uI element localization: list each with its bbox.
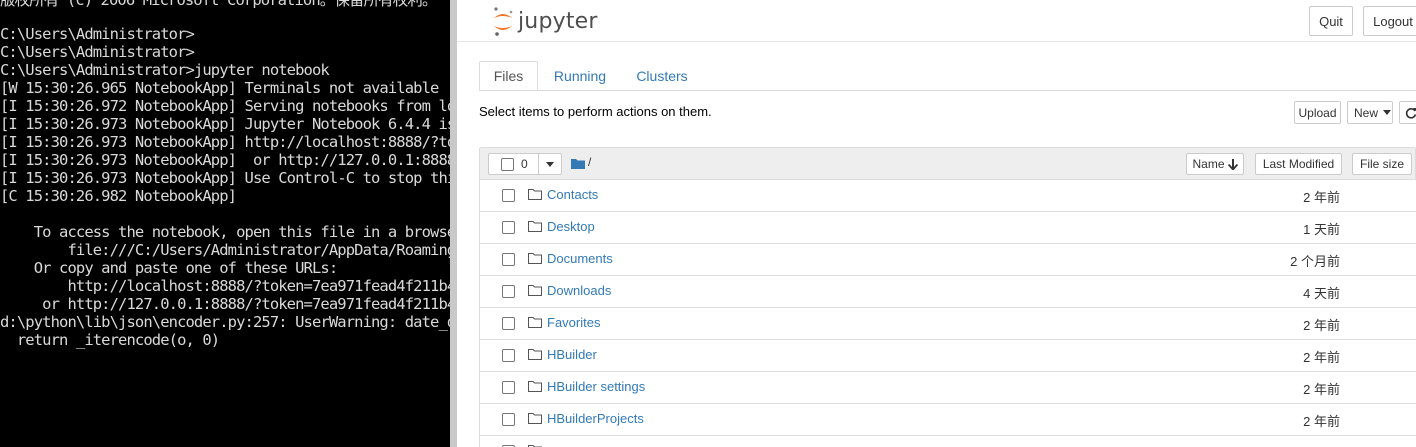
item-modified: 2 年前 (1303, 382, 1340, 397)
window-divider (450, 0, 457, 447)
jupyter-browser-page: jupyter Quit Logout Files Running Cluste… (457, 0, 1416, 447)
instructions-text: Select items to perform actions on them. (479, 104, 712, 119)
folder-icon (528, 189, 542, 200)
folder-icon (528, 349, 542, 360)
upload-button[interactable]: Upload (1294, 101, 1341, 124)
item-name-link[interactable]: HBuilder (547, 347, 597, 362)
file-list-item[interactable]: HBuilder 2 年前 (479, 340, 1416, 372)
terminal-line: C:\Users\Administrator> (0, 25, 195, 43)
logout-button[interactable]: Logout (1363, 6, 1416, 36)
folder-icon (528, 413, 542, 424)
caret-down-icon (1383, 110, 1392, 115)
terminal-line: or http://127.0.0.1:8888/?token=7ea971fe… (0, 295, 450, 313)
terminal-line: [I 15:30:26.973 NotebookApp] Jupyter Not… (0, 115, 450, 133)
name-column-label: Name (1192, 157, 1225, 171)
terminal-line: d:\python\lib\json\encoder.py:257: UserW… (0, 313, 450, 331)
file-list-item[interactable]: Downloads 4 天前 (479, 276, 1416, 308)
folder-icon (528, 253, 542, 264)
item-checkbox[interactable] (502, 253, 515, 266)
file-list-item[interactable]: Documents 2 个月前 (479, 244, 1416, 276)
item-checkbox[interactable] (502, 317, 515, 330)
terminal-line: [I 15:30:26.973 NotebookApp] or http://1… (0, 151, 450, 169)
tab-running[interactable]: Running (545, 61, 615, 91)
item-name-link[interactable]: Documents (547, 251, 613, 266)
item-name-link[interactable]: HBuilder settings (547, 379, 645, 394)
item-name-link[interactable]: Contacts (547, 187, 598, 202)
caret-down-icon (546, 162, 554, 167)
jupyter-header: jupyter Quit Logout (457, 0, 1416, 42)
item-checkbox[interactable] (502, 189, 515, 202)
file-list-header: 0 / Name Last Modified File size (479, 147, 1416, 180)
sort-by-last-modified-button[interactable]: Last Modified (1255, 153, 1342, 175)
item-modified: 2 个月前 (1290, 254, 1340, 269)
terminal-window[interactable]: 版权所有 (c) 2006 Microsoft Corporation。保留所有… (0, 0, 450, 447)
file-list-item[interactable]: HBuilder settings 2 年前 (479, 372, 1416, 404)
file-list-item[interactable]: Desktop 1 天前 (479, 212, 1416, 244)
item-checkbox[interactable] (502, 221, 515, 234)
terminal-line: [W 15:30:26.965 NotebookApp] Terminals n… (0, 79, 450, 97)
item-modified: 1 天前 (1303, 222, 1340, 237)
item-checkbox[interactable] (502, 285, 515, 298)
file-list-item[interactable]: Contacts 2 年前 (479, 180, 1416, 212)
item-name-link[interactable]: HBuilderProjects (547, 411, 644, 426)
refresh-button[interactable] (1399, 101, 1416, 124)
item-name-link[interactable]: Favorites (547, 315, 600, 330)
folder-icon (528, 317, 542, 328)
terminal-line: http://localhost:8888/?token=7ea971fead4… (0, 277, 450, 295)
terminal-line: C:\Users\Administrator> (0, 43, 195, 61)
item-modified: 2 年前 (1303, 350, 1340, 365)
jupyter-logo-text: jupyter (518, 8, 598, 34)
terminal-line: 版权所有 (c) 2006 Microsoft Corporation。保留所有… (0, 0, 437, 9)
sort-by-name-button[interactable]: Name (1186, 153, 1244, 175)
jupyter-logo-icon (494, 7, 513, 36)
terminal-line: C:\Users\Administrator>jupyter notebook (0, 61, 330, 79)
folder-icon (528, 221, 542, 232)
breadcrumb-path: / (588, 155, 592, 169)
item-name-link[interactable]: Downloads (547, 283, 611, 298)
sort-arrow-down-icon (1227, 158, 1238, 170)
item-modified: 2 年前 (1303, 414, 1340, 429)
terminal-line: [I 15:30:26.973 NotebookApp] Use Control… (0, 169, 450, 187)
terminal-line: To access the notebook, open this file i… (0, 223, 450, 241)
file-list-item[interactable] (479, 436, 1416, 447)
select-all-checkbox[interactable] (501, 158, 514, 171)
folder-icon (528, 285, 542, 296)
terminal-line: [I 15:30:26.973 NotebookApp] http://loca… (0, 133, 450, 151)
terminal-line: [I 15:30:26.972 NotebookApp] Serving not… (0, 97, 450, 115)
terminal-line: [C 15:30:26.982 NotebookApp] (0, 187, 237, 205)
file-list-item[interactable]: HBuilderProjects 2 年前 (479, 404, 1416, 436)
item-modified: 4 天前 (1303, 286, 1340, 301)
new-dropdown-button[interactable]: New (1347, 101, 1393, 124)
tab-clusters[interactable]: Clusters (629, 61, 695, 91)
folder-icon (528, 381, 542, 392)
jupyter-logo[interactable]: jupyter (491, 5, 598, 37)
terminal-line: file:///C:/Users/Administrator/AppData/R… (0, 241, 450, 259)
refresh-icon (1405, 107, 1416, 119)
tab-files[interactable]: Files (479, 61, 538, 91)
selected-count: 0 (521, 157, 528, 171)
item-checkbox[interactable] (502, 413, 515, 426)
file-list-item[interactable]: Favorites 2 年前 (479, 308, 1416, 340)
item-checkbox[interactable] (502, 349, 515, 362)
folder-icon (571, 159, 585, 169)
item-modified: 2 年前 (1303, 318, 1340, 333)
quit-button[interactable]: Quit (1309, 6, 1353, 36)
select-all-dropdown[interactable]: 0 (488, 153, 562, 175)
tab-underline (479, 90, 1416, 91)
sort-by-file-size-button[interactable]: File size (1352, 153, 1412, 175)
breadcrumb-home-link[interactable] (571, 156, 585, 174)
terminal-line: Or copy and paste one of these URLs: (0, 259, 338, 277)
new-button-label: New (1354, 105, 1379, 120)
item-name-link[interactable]: Desktop (547, 219, 595, 234)
item-modified: 2 年前 (1303, 190, 1340, 205)
item-checkbox[interactable] (502, 381, 515, 394)
dropdown-separator (538, 154, 539, 174)
terminal-line: return _iterencode(o, 0) (0, 331, 220, 349)
